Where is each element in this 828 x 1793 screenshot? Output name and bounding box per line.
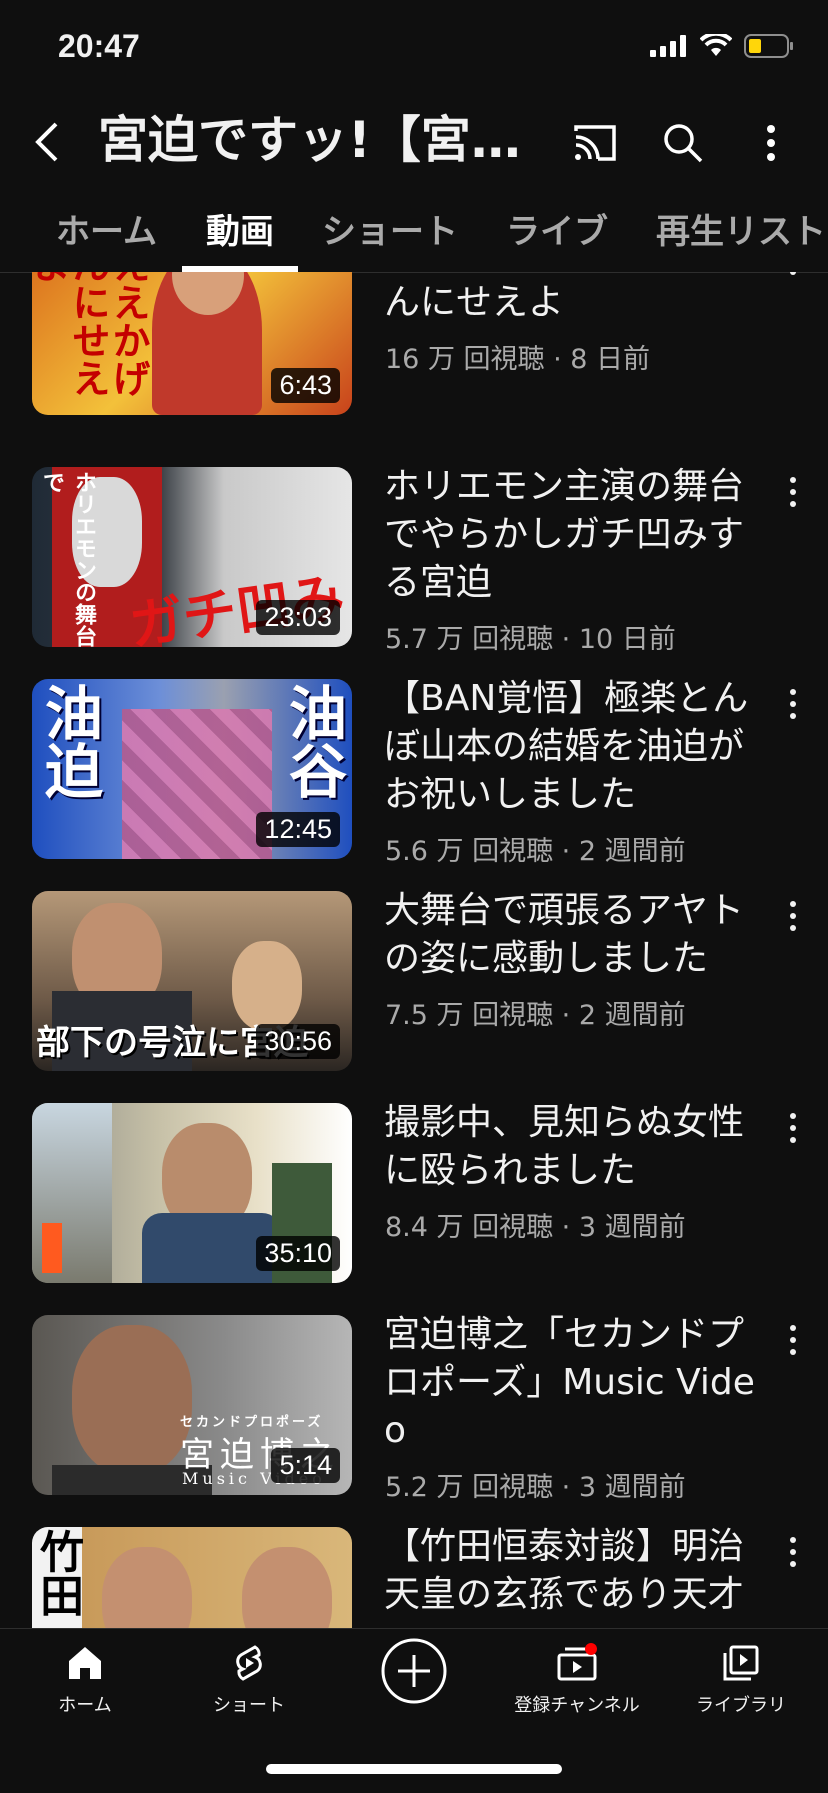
video-thumbnail[interactable]: 竹田: [32, 1527, 352, 1628]
tab-live[interactable]: ライブ: [506, 204, 608, 253]
video-menu-button[interactable]: [788, 272, 798, 285]
video-meta: 5.2 万 回視聴 · 3 週間前: [385, 1472, 686, 1503]
shorts-icon: [236, 1645, 262, 1681]
video-menu-button[interactable]: [788, 1325, 798, 1365]
video-thumbnail[interactable]: ホリエモンの舞台で ガチ凹み 23:03: [32, 467, 352, 647]
video-item[interactable]: ええかげんにせえよ 6:43 かまいたち、ええかげんにせえよ 16 万 回視聴 …: [0, 272, 828, 447]
tab-shorts[interactable]: ショート: [322, 204, 458, 253]
nav-library[interactable]: ライブラリ: [661, 1643, 821, 1717]
video-menu-button[interactable]: [788, 477, 798, 517]
video-meta: 5.7 万 回視聴 · 10 日前: [385, 624, 676, 655]
duration-badge: 6:43: [271, 368, 340, 403]
home-icon: [69, 1647, 101, 1679]
tab-home[interactable]: ホーム: [56, 204, 157, 253]
tab-playlists[interactable]: 再生リスト: [656, 204, 826, 253]
more-vert-icon: [767, 125, 775, 161]
video-thumbnail[interactable]: ええかげんにせえよ 6:43: [32, 272, 352, 415]
duration-badge: 35:10: [256, 1236, 340, 1271]
video-item[interactable]: 油迫 油谷 12:45 【BAN覚悟】極楽とんぼ山本の結婚を油迫がお祝いしました…: [0, 678, 828, 891]
duration-badge: 30:56: [256, 1024, 340, 1059]
video-meta: 5.6 万 回視聴 · 2 週間前: [385, 836, 686, 867]
signal-icon: [650, 35, 686, 57]
cast-button[interactable]: [568, 116, 622, 170]
add-icon: [381, 1638, 447, 1704]
thumbnail-overlay-text-right: 油谷: [279, 683, 347, 799]
status-bar: 20:47: [0, 0, 828, 96]
video-title[interactable]: 撮影中、見知らぬ女性に殴られました: [384, 1099, 764, 1195]
search-button[interactable]: [656, 116, 710, 170]
more-options-button[interactable]: [744, 116, 798, 170]
nav-label: ホーム: [58, 1695, 112, 1716]
video-item[interactable]: 部下の号泣に宮迫 30:56 大舞台で頑張るアヤトの姿に感動しました 7.5 万…: [0, 890, 828, 1103]
back-button[interactable]: [28, 114, 68, 170]
video-item[interactable]: ホリエモンの舞台で ガチ凹み 23:03 ホリエモン主演の舞台でやらかしガチ凹み…: [0, 466, 828, 679]
home-indicator[interactable]: [266, 1764, 562, 1774]
cast-icon: [574, 125, 616, 161]
video-title[interactable]: 【竹田恒泰対談】明治天皇の玄孫であり天才: [384, 1523, 764, 1619]
channel-header: 宮迫ですッ!【宮…: [0, 96, 828, 186]
chevron-left-icon: [35, 122, 58, 162]
nav-home[interactable]: ホーム: [5, 1643, 165, 1717]
thumbnail-side-text: ホリエモンの舞台で: [39, 471, 97, 647]
video-thumbnail[interactable]: 35:10: [32, 1103, 352, 1283]
duration-badge: 23:03: [256, 600, 340, 635]
nav-label: ライブラリ: [696, 1695, 786, 1716]
library-icon: [723, 1645, 759, 1681]
video-meta: 7.5 万 回視聴 · 2 週間前: [385, 1000, 686, 1031]
search-icon: [664, 124, 703, 163]
video-menu-button[interactable]: [788, 1113, 798, 1153]
status-icons: [650, 34, 794, 58]
duration-badge: 5:14: [271, 1448, 340, 1483]
video-title[interactable]: 大舞台で頑張るアヤトの姿に感動しました: [384, 887, 764, 983]
nav-label: 登録チャンネル: [514, 1695, 640, 1716]
video-title[interactable]: かまいたち、ええかげんにせえよ: [384, 272, 764, 327]
nav-label: ショート: [213, 1695, 285, 1716]
duration-badge: 12:45: [256, 812, 340, 847]
thumbnail-overlay-text: 竹田: [32, 1529, 83, 1617]
subscriptions-icon: [557, 1643, 597, 1681]
nav-subscriptions[interactable]: 登録チャンネル: [497, 1643, 657, 1717]
page-title: 宮迫ですッ!【宮…: [98, 111, 521, 169]
video-thumbnail[interactable]: セカンドプロポーズ 宮迫博之 Music Video 5:14: [32, 1315, 352, 1495]
thumbnail-overlay-text-left: 油迫: [35, 683, 103, 799]
video-item[interactable]: 35:10 撮影中、見知らぬ女性に殴られました 8.4 万 回視聴 · 3 週間…: [0, 1102, 828, 1315]
tab-videos[interactable]: 動画: [206, 204, 274, 253]
video-thumbnail[interactable]: 部下の号泣に宮迫 30:56: [32, 891, 352, 1071]
video-meta: 8.4 万 回視聴 · 3 週間前: [385, 1212, 686, 1243]
video-title[interactable]: ホリエモン主演の舞台でやらかしガチ凹みする宮迫: [384, 463, 764, 607]
video-list: ええかげんにせえよ 6:43 かまいたち、ええかげんにせえよ 16 万 回視聴 …: [0, 272, 828, 1628]
video-thumbnail[interactable]: 油迫 油谷 12:45: [32, 679, 352, 859]
channel-tabs: ホーム 動画 ショート ライブ 再生リスト: [0, 186, 828, 273]
thumbnail-overlay-text: ええかげんにせえよ: [32, 272, 151, 397]
create-button[interactable]: [334, 1637, 494, 1709]
video-menu-button[interactable]: [788, 1537, 798, 1577]
video-meta: 16 万 回視聴 · 8 日前: [385, 344, 651, 375]
video-item[interactable]: セカンドプロポーズ 宮迫博之 Music Video 5:14 宮迫博之「セカン…: [0, 1314, 828, 1527]
video-title[interactable]: 【BAN覚悟】極楽とんぼ山本の結婚を油迫がお祝いしました: [384, 675, 764, 819]
video-item[interactable]: 竹田 【竹田恒泰対談】明治天皇の玄孫であり天才: [0, 1526, 828, 1628]
battery-icon: [744, 34, 793, 58]
wifi-icon: [700, 34, 732, 56]
status-time: 20:47: [58, 28, 140, 64]
nav-shorts[interactable]: ショート: [169, 1643, 329, 1717]
video-menu-button[interactable]: [788, 901, 798, 941]
video-title[interactable]: 宮迫博之「セカンドプロポーズ」Music Video: [384, 1311, 764, 1455]
video-menu-button[interactable]: [788, 689, 798, 729]
